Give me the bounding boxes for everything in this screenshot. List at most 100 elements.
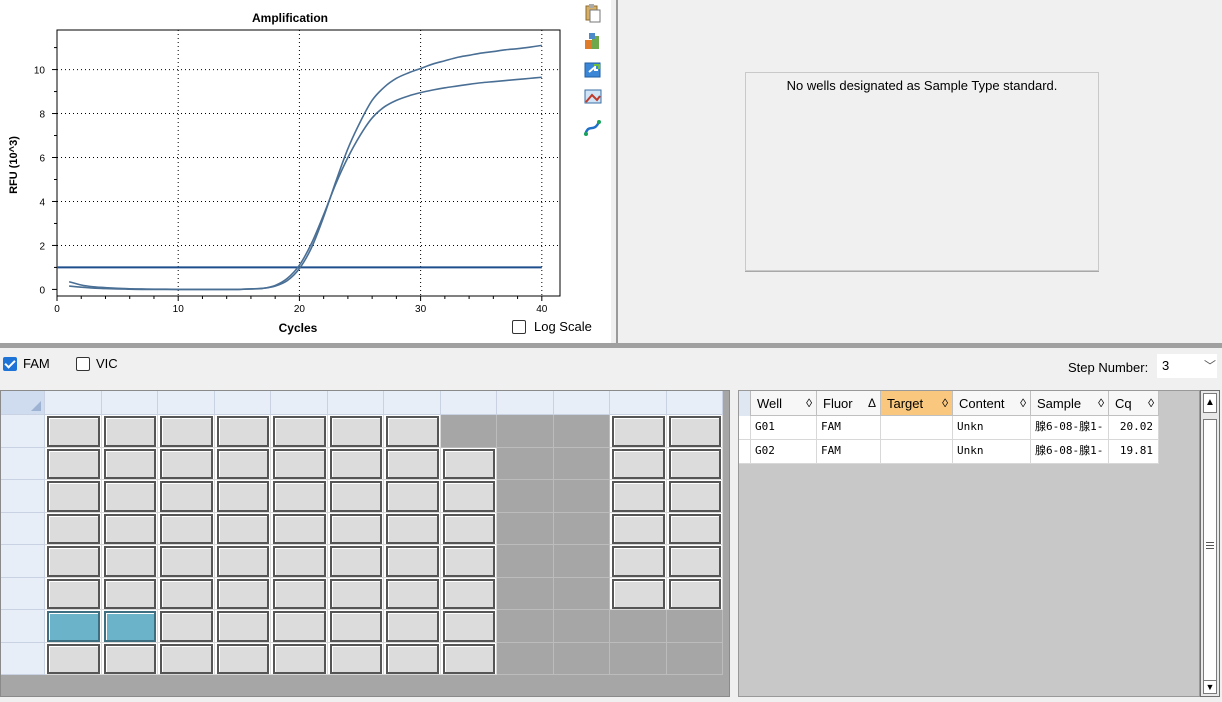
well-C5[interactable] bbox=[273, 481, 326, 512]
well-A3[interactable] bbox=[160, 416, 213, 447]
row-header-H[interactable] bbox=[1, 642, 45, 675]
table-cell[interactable]: Unkn bbox=[953, 440, 1031, 464]
table-vertical-scrollbar[interactable]: ▲ ▼ bbox=[1200, 390, 1220, 697]
well-G2[interactable] bbox=[103, 611, 156, 642]
row-selector[interactable] bbox=[739, 440, 751, 464]
vertical-splitter[interactable] bbox=[611, 0, 621, 343]
well-G3[interactable] bbox=[160, 611, 213, 642]
scroll-down-button[interactable]: ▼ bbox=[1203, 680, 1217, 694]
well-B1[interactable] bbox=[47, 448, 100, 479]
well-H4[interactable] bbox=[216, 643, 269, 674]
well-E12[interactable] bbox=[668, 546, 721, 577]
column-header-8[interactable] bbox=[440, 391, 497, 415]
empty-well-E9[interactable] bbox=[497, 545, 554, 578]
well-F1[interactable] bbox=[47, 578, 100, 609]
well-E5[interactable] bbox=[273, 546, 326, 577]
column-header-11[interactable] bbox=[610, 391, 667, 415]
well-H1[interactable] bbox=[47, 643, 100, 674]
empty-well-B10[interactable] bbox=[553, 447, 610, 480]
plate-corner-select-all[interactable] bbox=[1, 391, 45, 415]
refresh-export-icon[interactable] bbox=[583, 59, 603, 79]
well-B11[interactable] bbox=[612, 448, 665, 479]
column-header-2[interactable] bbox=[101, 391, 158, 415]
well-C12[interactable] bbox=[668, 481, 721, 512]
row-header-A[interactable] bbox=[1, 415, 45, 448]
image-icon[interactable] bbox=[583, 87, 603, 107]
well-G8[interactable] bbox=[442, 611, 495, 642]
row-header-B[interactable] bbox=[1, 447, 45, 480]
well-D8[interactable] bbox=[442, 513, 495, 544]
well-E8[interactable] bbox=[442, 546, 495, 577]
table-cell[interactable]: FAM bbox=[817, 416, 881, 440]
curve-icon[interactable] bbox=[583, 118, 603, 138]
table-cell[interactable] bbox=[881, 416, 953, 440]
column-header-10[interactable] bbox=[553, 391, 610, 415]
well-E1[interactable] bbox=[47, 546, 100, 577]
empty-well-H10[interactable] bbox=[553, 642, 610, 675]
well-A2[interactable] bbox=[103, 416, 156, 447]
step-number-select[interactable]: 3 ﹀ bbox=[1157, 354, 1217, 378]
well-F3[interactable] bbox=[160, 578, 213, 609]
well-E6[interactable] bbox=[329, 546, 382, 577]
well-A6[interactable] bbox=[329, 416, 382, 447]
well-B12[interactable] bbox=[668, 448, 721, 479]
empty-well-A10[interactable] bbox=[553, 415, 610, 448]
table-cell[interactable]: G01 bbox=[751, 416, 817, 440]
empty-well-B9[interactable] bbox=[497, 447, 554, 480]
well-B4[interactable] bbox=[216, 448, 269, 479]
empty-well-H9[interactable] bbox=[497, 642, 554, 675]
empty-well-D9[interactable] bbox=[497, 512, 554, 545]
well-C4[interactable] bbox=[216, 481, 269, 512]
well-E2[interactable] bbox=[103, 546, 156, 577]
well-G4[interactable] bbox=[216, 611, 269, 642]
well-H3[interactable] bbox=[160, 643, 213, 674]
well-D5[interactable] bbox=[273, 513, 326, 544]
copy-icon[interactable] bbox=[583, 3, 603, 23]
empty-well-G10[interactable] bbox=[553, 610, 610, 643]
well-D12[interactable] bbox=[668, 513, 721, 544]
empty-well-E10[interactable] bbox=[553, 545, 610, 578]
empty-well-F9[interactable] bbox=[497, 577, 554, 610]
well-E3[interactable] bbox=[160, 546, 213, 577]
well-D3[interactable] bbox=[160, 513, 213, 544]
well-B8[interactable] bbox=[442, 448, 495, 479]
well-D4[interactable] bbox=[216, 513, 269, 544]
empty-well-C9[interactable] bbox=[497, 480, 554, 513]
column-header-3[interactable] bbox=[158, 391, 215, 415]
well-B5[interactable] bbox=[273, 448, 326, 479]
well-C11[interactable] bbox=[612, 481, 665, 512]
empty-well-D10[interactable] bbox=[553, 512, 610, 545]
table-cell[interactable]: 19.81 bbox=[1109, 440, 1159, 464]
empty-well-H12[interactable] bbox=[666, 642, 723, 675]
column-header-5[interactable] bbox=[271, 391, 328, 415]
empty-well-G9[interactable] bbox=[497, 610, 554, 643]
row-header-C[interactable] bbox=[1, 480, 45, 513]
well-C7[interactable] bbox=[386, 481, 439, 512]
well-F5[interactable] bbox=[273, 578, 326, 609]
well-D2[interactable] bbox=[103, 513, 156, 544]
well-G1[interactable] bbox=[47, 611, 100, 642]
well-E11[interactable] bbox=[612, 546, 665, 577]
empty-well-G11[interactable] bbox=[610, 610, 667, 643]
well-D6[interactable] bbox=[329, 513, 382, 544]
well-C6[interactable] bbox=[329, 481, 382, 512]
log-scale-checkbox[interactable] bbox=[512, 320, 526, 334]
column-header-fluor[interactable]: Fluor Δ bbox=[817, 391, 881, 416]
column-header-1[interactable] bbox=[45, 391, 102, 415]
well-F6[interactable] bbox=[329, 578, 382, 609]
well-B3[interactable] bbox=[160, 448, 213, 479]
well-G5[interactable] bbox=[273, 611, 326, 642]
well-C3[interactable] bbox=[160, 481, 213, 512]
well-A4[interactable] bbox=[216, 416, 269, 447]
well-H7[interactable] bbox=[386, 643, 439, 674]
column-header-well[interactable]: Well ◊ bbox=[751, 391, 817, 416]
well-F11[interactable] bbox=[612, 578, 665, 609]
well-B6[interactable] bbox=[329, 448, 382, 479]
table-cell[interactable]: G02 bbox=[751, 440, 817, 464]
well-G6[interactable] bbox=[329, 611, 382, 642]
well-H8[interactable] bbox=[442, 643, 495, 674]
column-header-12[interactable] bbox=[666, 391, 723, 415]
empty-well-A8[interactable] bbox=[440, 415, 497, 448]
well-B2[interactable] bbox=[103, 448, 156, 479]
well-A12[interactable] bbox=[668, 416, 721, 447]
